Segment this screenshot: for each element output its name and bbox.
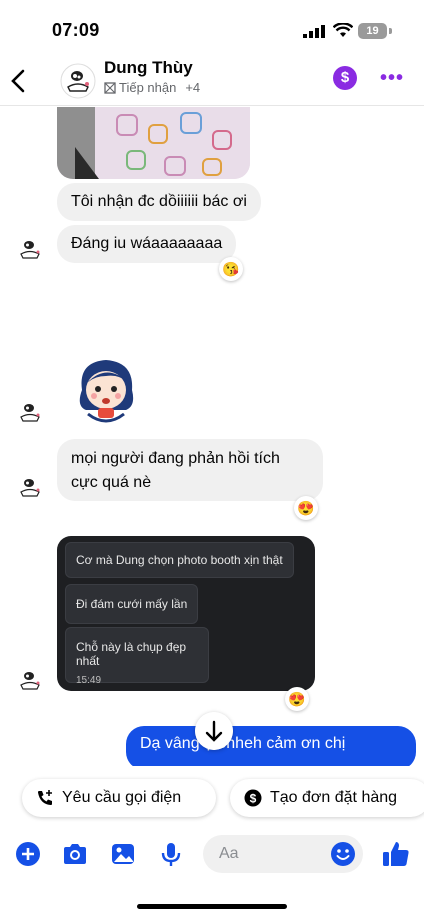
label-text: Tiếp nhận xyxy=(119,80,177,95)
contact-name[interactable]: Dung Thùy xyxy=(104,58,193,78)
sender-avatar[interactable] xyxy=(17,667,43,693)
screenshot-chat-text: Chỗ này là chụp đẹp nhất xyxy=(76,640,187,668)
sender-avatar[interactable] xyxy=(17,474,43,500)
signal-icon xyxy=(303,25,325,38)
gallery-icon[interactable] xyxy=(109,840,137,868)
screenshot-chat-line: Cơ mà Dung chọn photo booth xịn thật xyxy=(65,542,294,578)
incoming-message[interactable]: Tôi nhận đc dồiiiiii bác ơi xyxy=(57,183,261,221)
payment-dollar-icon[interactable]: $ xyxy=(333,66,357,90)
request-call-label: Yêu cầu gọi điện xyxy=(62,789,182,806)
photo-message[interactable] xyxy=(57,107,250,179)
create-order-button[interactable]: $ Tạo đơn đặt hàng xyxy=(230,779,424,817)
sender-avatar[interactable] xyxy=(17,399,43,425)
battery-indicator: 19 xyxy=(358,23,387,39)
create-order-label: Tạo đơn đặt hàng xyxy=(270,789,398,806)
screenshot-chat-line: Chỗ này là chụp đẹp nhất 15:49 xyxy=(65,627,209,686)
message-reaction[interactable]: 😍 xyxy=(294,496,318,520)
home-indicator xyxy=(137,904,287,909)
incoming-message[interactable]: mọi người đang phản hồi tích cực quá nè xyxy=(57,439,323,501)
svg-text:$: $ xyxy=(250,792,257,806)
phone-plus-icon xyxy=(38,790,52,805)
sticker-message[interactable] xyxy=(72,356,140,428)
status-time: 07:09 xyxy=(52,20,100,40)
header-divider xyxy=(0,105,424,106)
contact-subtitle[interactable]: Tiếp nhận +4 xyxy=(104,80,200,95)
label-tag-icon xyxy=(104,81,116,94)
back-arrow-icon[interactable] xyxy=(8,67,30,95)
sender-avatar[interactable] xyxy=(17,236,43,262)
camera-icon[interactable] xyxy=(61,840,89,868)
extra-labels-count: +4 xyxy=(185,80,201,95)
message-reaction[interactable]: 😘 xyxy=(219,257,243,281)
message-reaction[interactable]: 😍 xyxy=(285,687,309,711)
contact-avatar[interactable] xyxy=(60,63,96,99)
incoming-message[interactable]: Đáng iu wáaaaaaaaa xyxy=(57,225,237,263)
like-thumb-icon[interactable] xyxy=(381,839,411,869)
request-call-button[interactable]: Yêu cầu gọi điện xyxy=(22,779,216,817)
message-input-placeholder: Aa xyxy=(219,845,239,862)
more-options-icon[interactable]: ••• xyxy=(380,68,404,88)
wifi-icon xyxy=(333,23,353,37)
screenshot-chat-time: 15:49 xyxy=(76,675,102,686)
emoji-icon[interactable] xyxy=(330,841,356,867)
plus-icon[interactable] xyxy=(14,840,42,868)
outgoing-message[interactable]: Dạ vâng ạ ehheh cảm ơn chị xyxy=(126,726,416,770)
dollar-circle-icon: $ xyxy=(244,789,262,807)
battery-tip xyxy=(389,28,392,34)
scroll-to-bottom-button[interactable] xyxy=(195,712,233,750)
screenshot-chat-line: Đi đám cưới mấy lần xyxy=(65,584,199,624)
microphone-icon[interactable] xyxy=(157,840,185,868)
